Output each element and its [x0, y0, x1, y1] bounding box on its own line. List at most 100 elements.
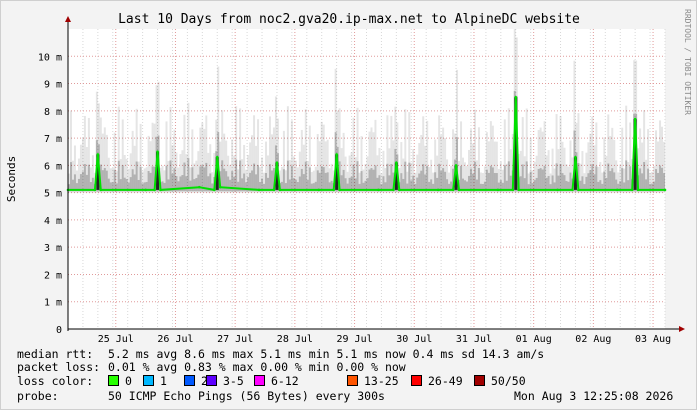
median-rtt-point — [398, 188, 401, 192]
smoke-band-inner — [131, 169, 134, 192]
median-rtt-point — [99, 188, 103, 192]
smoke-band-inner — [422, 164, 425, 192]
median-rtt-point — [156, 150, 159, 154]
median-rtt-point — [93, 188, 97, 192]
smoke-band-inner — [372, 169, 375, 192]
median-rtt-point — [615, 188, 619, 192]
smoke-band-inner — [340, 175, 343, 192]
loss-color-swatch — [254, 375, 265, 386]
smoke-band-inner — [559, 164, 562, 192]
median-rtt-point — [272, 188, 276, 192]
median-rtt-point — [144, 188, 147, 192]
timestamp: Mon Aug 3 12:25:08 2026 — [514, 389, 674, 403]
median-rtt-point — [317, 188, 321, 192]
smoke-band-inner — [420, 170, 423, 192]
loss-color-item: 3-5 — [206, 375, 244, 388]
median-rtt-point — [630, 188, 634, 192]
x-tick-label: 27 Jul — [217, 334, 253, 345]
smoke-band-inner — [655, 169, 658, 192]
plot-area: 25 Jul 26 Jul 27 Jul 28 Jul 29 Jul 30 Jul 31 J… — [38, 16, 685, 345]
smoke-band-inner — [543, 165, 546, 192]
smoke-band-inner — [173, 168, 176, 192]
smoke-band-inner — [444, 171, 447, 192]
y-tick-label: 10 m — [38, 52, 62, 63]
median-rtt-point — [198, 185, 201, 189]
median-rtt-point — [496, 188, 500, 192]
loss-color-item: 1 — [143, 375, 167, 388]
smoke-band-inner — [73, 174, 76, 192]
smoke-band-inner — [404, 161, 407, 192]
median-rtt-point — [335, 153, 338, 156]
y-tick-label: 0 — [56, 325, 62, 336]
smoke-band-inner — [117, 160, 120, 192]
smoke-band-inner — [408, 162, 411, 192]
loss-color-item-label: 13-25 — [364, 374, 399, 388]
y-tick-label: 3 m — [44, 243, 62, 254]
smoke-band-inner — [239, 160, 242, 192]
smoke-band-inner — [286, 160, 289, 192]
loss-color-item: 2 — [184, 375, 208, 388]
smoke-band-inner — [253, 163, 256, 192]
x-tick-label: 03 Aug — [635, 334, 671, 345]
y-tick-label: 4 m — [44, 216, 62, 227]
x-tick-label: 29 Jul — [336, 334, 372, 345]
smoke-band-inner — [352, 164, 355, 192]
x-axis-arrow — [679, 326, 685, 332]
median-rtt-point — [636, 188, 640, 192]
smoke-band-inner — [251, 170, 254, 192]
smoke-band-inner — [229, 179, 232, 192]
loss-color-item: 26-49 — [411, 375, 463, 388]
smoke-band-inner — [227, 176, 230, 192]
loss-color-item-label: 26-49 — [428, 374, 463, 388]
smoke-band-inner — [507, 161, 510, 192]
smoke-band-inner — [368, 169, 371, 192]
smoke-band-inner — [79, 174, 82, 192]
median-rtt-point — [392, 188, 395, 192]
x-tick-label: 31 Jul — [456, 334, 492, 345]
loss-color-item-label: 0 — [125, 374, 132, 388]
smoke-band-inner — [607, 163, 610, 192]
smoke-band-inner — [659, 165, 662, 192]
median-rtt-point — [338, 188, 341, 192]
smoke-band-inner — [302, 174, 305, 192]
smoke-band-inner — [69, 162, 72, 192]
smoke-band-inner — [440, 170, 443, 192]
smoke-band-inner — [625, 160, 628, 192]
smoke-band-inner — [489, 165, 492, 192]
probe-label: probe: — [17, 389, 59, 403]
smoke-band-inner — [300, 168, 303, 192]
loss-color-item: 50/50 — [474, 375, 526, 388]
smoke-band-inner — [503, 165, 506, 192]
smoke-band-inner — [603, 171, 606, 192]
smoke-band-inner — [521, 164, 524, 192]
smoke-band-inner — [135, 161, 138, 192]
smoke-band-inner — [525, 161, 528, 192]
smoke-band-inner — [374, 165, 377, 192]
smoke-band-inner — [87, 164, 90, 192]
smoke-band-inner — [195, 178, 198, 192]
loss-color-item-label: 50/50 — [491, 374, 526, 388]
loss-color-item-label: 1 — [160, 374, 167, 388]
median-rtt-point — [215, 155, 219, 159]
loss-color-legend: loss color: 0 1 2 3-5 6-12 13-25 26-49 50/50 — [17, 375, 677, 388]
smoke-band-inner — [663, 173, 665, 192]
smoke-band-inner — [595, 166, 598, 192]
smoke-band-inner — [438, 163, 441, 192]
smoke-band-inner — [265, 172, 267, 192]
loss-color-swatch — [206, 375, 217, 386]
loss-color-item: 0 — [108, 375, 132, 388]
median-rtt-point — [218, 185, 222, 189]
y-tick-label: 5 m — [44, 189, 62, 200]
median-rtt-point — [332, 188, 335, 192]
smoke-band-inner — [593, 174, 596, 192]
smoke-band-inner — [460, 165, 463, 192]
probe-row: probe: 50 ICMP Echo Pings (56 Bytes) ever… — [17, 390, 687, 403]
smoke-band-inner — [282, 169, 285, 192]
loss-color-item: 6-12 — [254, 375, 299, 388]
smoke-band-inner — [370, 168, 373, 192]
smoke-band-inner — [121, 165, 124, 192]
smoke-band-inner — [189, 180, 192, 192]
smoke-band-inner — [639, 168, 642, 192]
smoke-band-inner — [183, 162, 186, 192]
smoke-band-inner — [493, 172, 496, 192]
